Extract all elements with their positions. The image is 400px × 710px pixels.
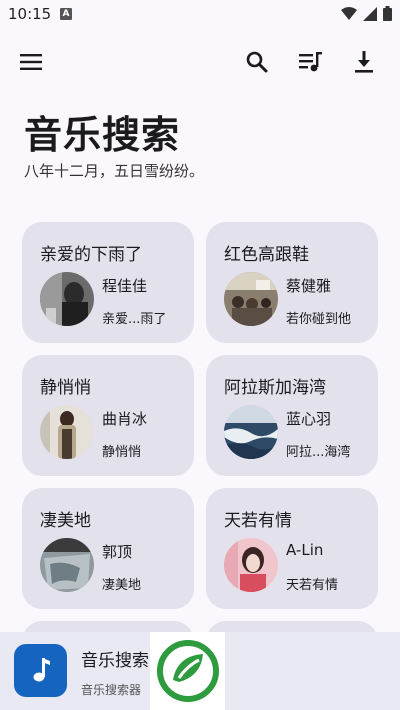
song-artist: A-Lin: [286, 541, 324, 559]
song-card[interactable]: 静悄悄 曲肖冰 静悄悄: [22, 355, 194, 476]
menu-button[interactable]: [15, 46, 47, 78]
album-cover: [224, 272, 278, 326]
download-icon: [355, 51, 373, 73]
brand-logo: [150, 632, 225, 710]
wifi-icon: [341, 6, 357, 20]
song-card[interactable]: 红色高跟鞋 蔡健雅 若你碰到他: [206, 222, 378, 343]
page-title: 音乐搜索: [24, 113, 181, 157]
song-artist: 程佳佳: [102, 277, 148, 295]
status-icons: [341, 6, 392, 21]
album-cover: [40, 538, 94, 592]
song-card[interactable]: 凄美地 郭顶 凄美地: [22, 488, 194, 609]
song-artist: 蓝心羽: [286, 410, 332, 428]
song-artist: 郭顶: [102, 543, 133, 561]
search-icon: [246, 51, 268, 73]
battery-icon: [383, 6, 392, 21]
status-time: 10:15: [8, 5, 52, 23]
app-bar: [0, 40, 400, 84]
download-button[interactable]: [348, 46, 380, 78]
signal-icon: [363, 6, 377, 21]
album-cover: [224, 405, 278, 459]
page-subtitle: 八年十二月，五日雪纷纷。: [24, 162, 205, 180]
menu-icon: [20, 54, 42, 70]
song-card[interactable]: 天若有情 A-Lin 天若有情: [206, 488, 378, 609]
album-cover: [40, 272, 94, 326]
search-button[interactable]: [241, 46, 273, 78]
song-title: 亲爱的下雨了: [40, 245, 142, 265]
song-album: 静悄悄: [102, 445, 142, 460]
song-title: 凄美地: [40, 511, 91, 531]
song-title: 静悄悄: [40, 378, 91, 398]
playlist-icon: [299, 52, 322, 72]
song-album: 若你碰到他: [286, 312, 352, 327]
app-icon[interactable]: [14, 644, 67, 697]
song-album: 天若有情: [286, 578, 339, 593]
playlist-button[interactable]: [295, 46, 327, 78]
song-title: 天若有情: [224, 511, 292, 531]
song-album: 凄美地: [102, 578, 142, 593]
song-title: 红色高跟鞋: [224, 245, 309, 265]
song-album: 亲爱...雨了: [102, 312, 167, 327]
song-title: 阿拉斯加海湾: [224, 378, 326, 398]
leaf-logo-icon: [156, 640, 219, 702]
app-description: 音乐搜索器: [81, 683, 142, 697]
song-card[interactable]: 阿拉斯加海湾 蓝心羽 阿拉...海湾: [206, 355, 378, 476]
song-album: 阿拉...海湾: [286, 445, 351, 460]
notification-icon: A: [60, 8, 72, 20]
app-name: 音乐搜索: [81, 651, 149, 671]
song-artist: 曲肖冰: [102, 410, 148, 428]
song-artist: 蔡健雅: [286, 277, 332, 295]
song-card[interactable]: 亲爱的下雨了 程佳佳 亲爱...雨了: [22, 222, 194, 343]
album-cover: [40, 405, 94, 459]
music-note-icon: [33, 657, 50, 681]
status-bar: 10:15 A: [0, 0, 400, 30]
album-cover: [224, 538, 278, 592]
